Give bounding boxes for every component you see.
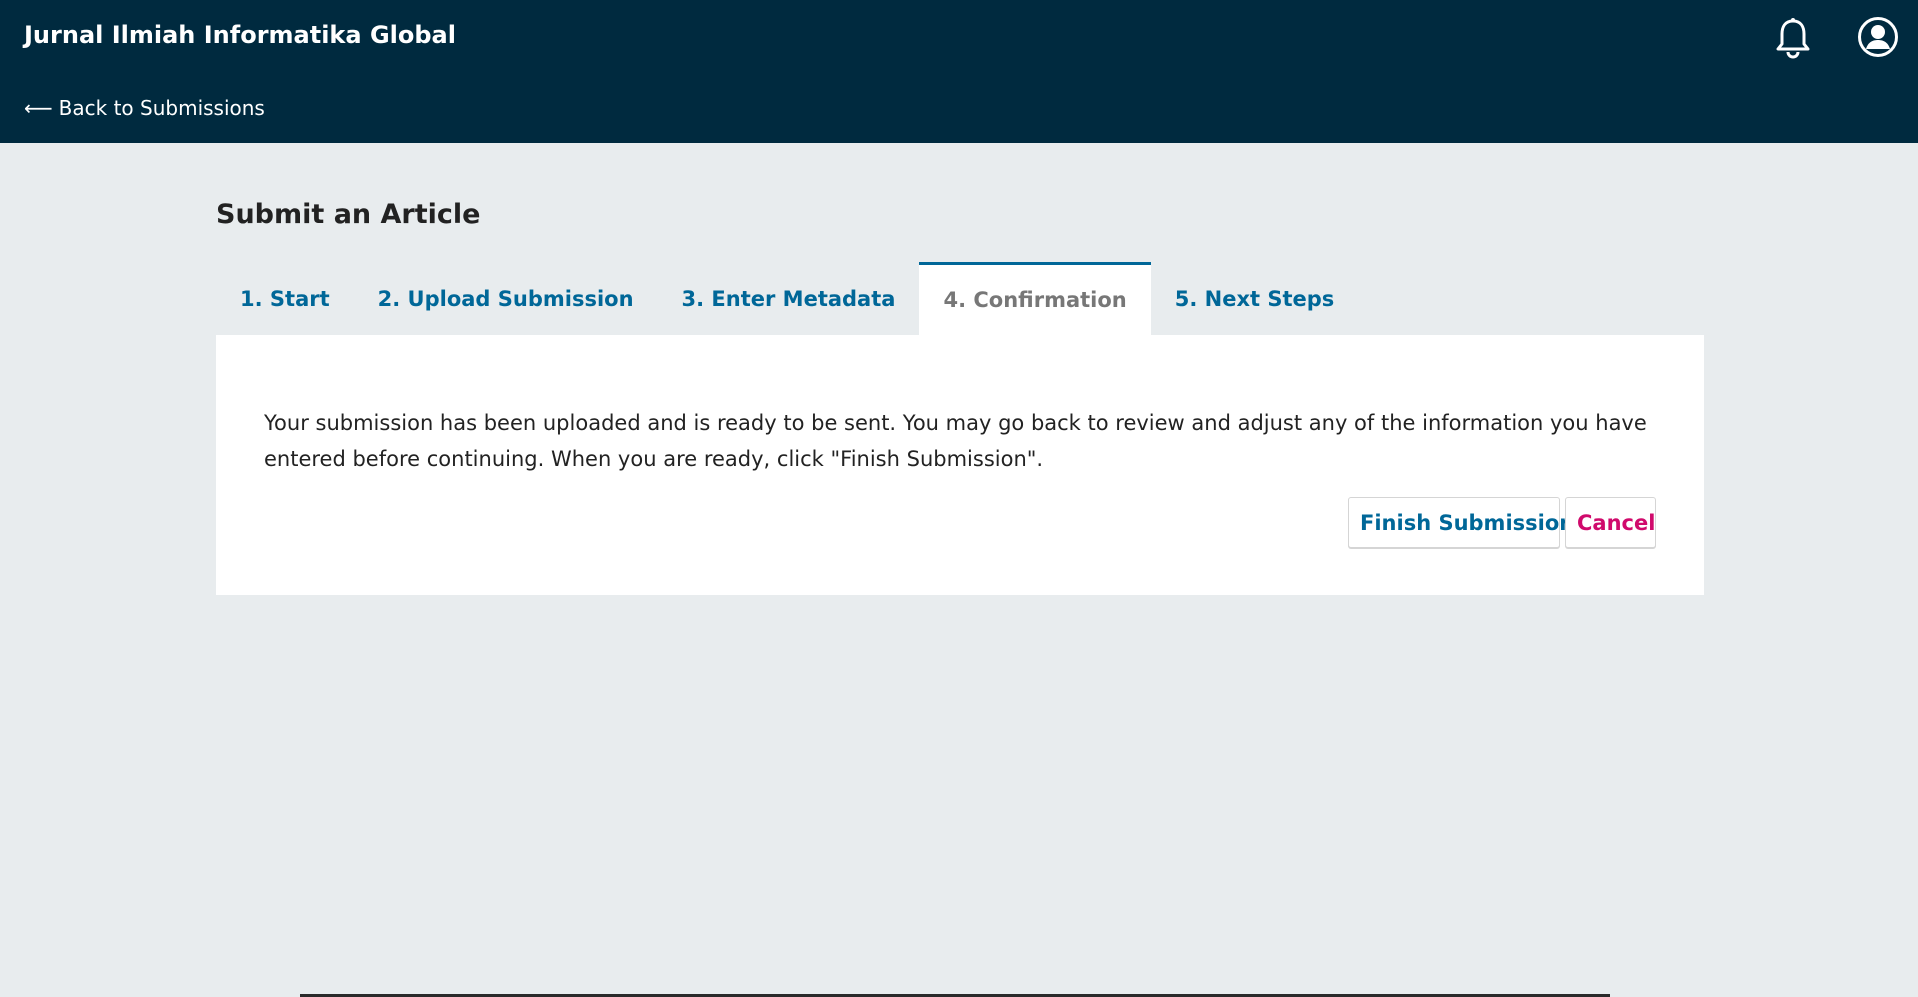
tab-next-steps[interactable]: 5. Next Steps: [1151, 262, 1359, 335]
tab-start[interactable]: 1. Start: [216, 262, 354, 335]
confirmation-panel: Your submission has been uploaded and is…: [216, 335, 1704, 595]
confirmation-message: Your submission has been uploaded and is…: [264, 411, 1647, 471]
bell-icon[interactable]: [1773, 17, 1813, 59]
site-title[interactable]: Jurnal Ilmiah Informatika Global: [24, 20, 456, 50]
user-circle-icon[interactable]: [1857, 16, 1899, 58]
back-arrow-icon: ⟵: [24, 96, 53, 120]
back-to-submissions-link[interactable]: ⟵ Back to Submissions: [24, 93, 265, 123]
top-header: Jurnal Ilmiah Informatika Global ⟵ Back t…: [0, 0, 1918, 143]
cancel-button[interactable]: Cancel: [1565, 497, 1656, 548]
back-link-label: Back to Submissions: [58, 96, 265, 120]
finish-submission-button[interactable]: Finish Submission: [1348, 497, 1574, 548]
page-title: Submit an Article: [216, 199, 481, 230]
tab-enter-metadata[interactable]: 3. Enter Metadata: [658, 262, 920, 335]
submission-steps-tabs: 1. Start 2. Upload Submission 3. Enter M…: [216, 262, 1358, 335]
tab-confirmation[interactable]: 4. Confirmation: [919, 262, 1151, 335]
tab-upload-submission[interactable]: 2. Upload Submission: [354, 262, 658, 335]
